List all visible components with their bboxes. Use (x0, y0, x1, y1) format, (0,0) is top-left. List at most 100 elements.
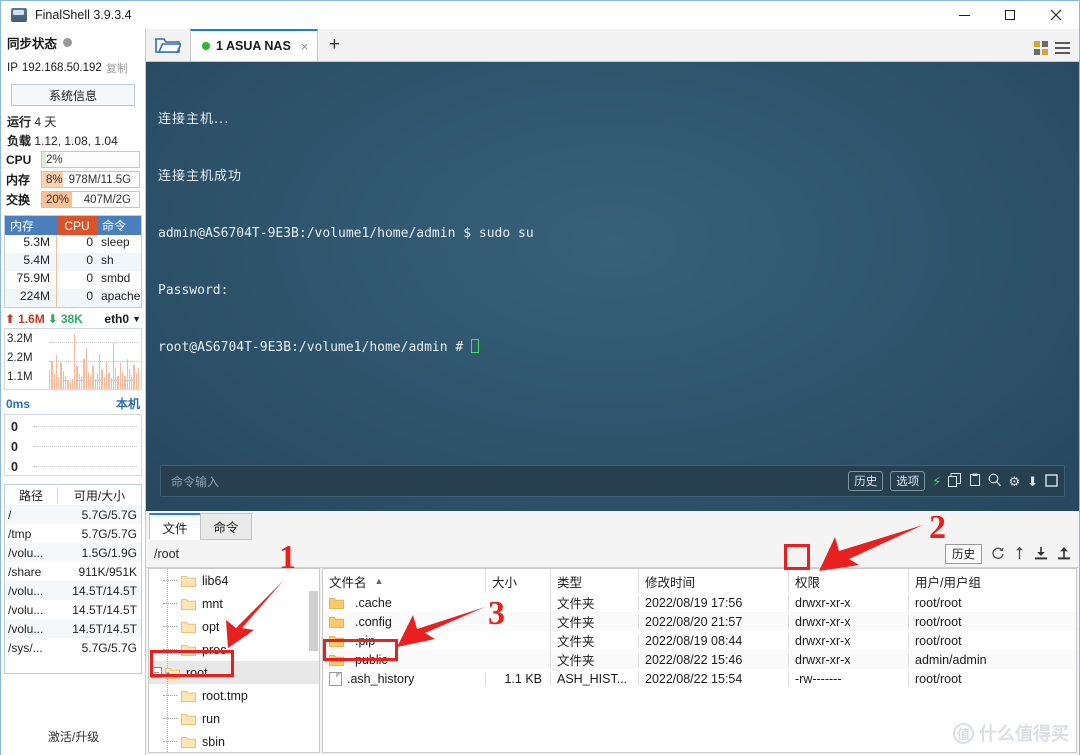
minimize-button[interactable] (941, 1, 987, 29)
process-col-cpu[interactable]: CPU (57, 216, 97, 235)
disk-row[interactable]: /volu... 1.5G/1.9G (5, 543, 141, 562)
terminal-line: 连接主机成功 (158, 169, 243, 184)
disk-path: /volu... (8, 602, 44, 617)
folder-icon (181, 736, 196, 748)
swap-meter-percent: 20% (46, 193, 70, 206)
memory-meter-label: 内存 (6, 173, 31, 187)
refresh-icon[interactable] (991, 546, 1005, 562)
process-row[interactable]: 224M 0 apache2 (5, 289, 141, 307)
disk-path: /volu... (8, 545, 44, 560)
tree-item-sbin[interactable]: sbin (149, 730, 319, 752)
network-interface-label[interactable]: eth0 (104, 312, 129, 326)
copy-icon[interactable] (948, 473, 962, 489)
column-header-type[interactable]: 类型 (550, 569, 638, 593)
file-permissions: drwxr-xr-x (788, 652, 908, 667)
close-button[interactable] (1033, 1, 1079, 29)
process-table: 内存 CPU 命令 5.3M 0 sleep 5.4M 0 sh 75.9M 0… (4, 215, 142, 308)
file-type: 文件夹 (550, 650, 638, 669)
system-info-button[interactable]: 系统信息 (11, 84, 135, 106)
disk-row[interactable]: /volu... 14.5T/14.5T (5, 581, 141, 600)
file-row-ash-history[interactable]: .ash_history 1.1 KB ASH_HIST... 2022/08/… (323, 669, 1076, 688)
process-col-command[interactable]: 命令 (97, 216, 141, 235)
file-modified-time: 2022/08/19 17:56 (638, 595, 788, 610)
column-header-size[interactable]: 大小 (485, 569, 550, 593)
disk-row[interactable]: /sys/... 5.7G/5.7G (5, 638, 141, 657)
command-input-bar[interactable]: 命令输入 历史 选项 ⚡ ⚙ ⬇ (160, 465, 1065, 497)
network-graph-bars (49, 331, 140, 389)
disk-row[interactable]: /share 911K/951K (5, 562, 141, 581)
current-path[interactable]: /root (154, 547, 179, 561)
column-header-owner[interactable]: 用户/用户组 (908, 569, 1076, 593)
tabstrip-actions (1034, 41, 1079, 61)
grid-view-icon[interactable] (1034, 41, 1048, 55)
terminal-history-button[interactable]: 历史 (848, 471, 884, 491)
bolt-icon[interactable]: ⚡ (932, 475, 941, 488)
upload-icon[interactable] (1057, 546, 1071, 562)
maximize-button[interactable] (987, 1, 1033, 29)
process-row[interactable]: 5.4M 0 sh (5, 253, 141, 271)
disk-row[interactable]: /volu... 14.5T/14.5T (5, 619, 141, 638)
download-icon[interactable] (1034, 546, 1048, 562)
gear-icon[interactable]: ⚙ (1008, 475, 1020, 488)
ip-value: 192.168.50.192 (21, 62, 102, 74)
process-memory: 224M (5, 289, 57, 307)
folder-icon (181, 598, 196, 610)
session-tab-1[interactable]: 1 ASUA NAS × (190, 29, 319, 61)
disk-row[interactable]: / 5.7G/5.7G (5, 505, 141, 524)
swap-meter: 20% 407M/2G (41, 191, 140, 208)
network-axis-label: 1.1M (7, 371, 33, 383)
disk-row[interactable]: /tmp 5.7G/5.7G (5, 524, 141, 543)
tree-scrollbar[interactable] (309, 591, 318, 651)
download-icon[interactable]: ⬇ (1027, 475, 1038, 488)
window-icon[interactable] (1045, 473, 1058, 489)
annotation-number-1: 1 (279, 539, 296, 576)
activate-upgrade-link[interactable]: 激活/升级 (1, 728, 146, 745)
process-row[interactable]: 5.3M 0 sleep (5, 235, 141, 253)
tree-item-run[interactable]: run (149, 707, 319, 730)
process-row[interactable]: 75.9M 0 smbd (5, 271, 141, 289)
network-axis-label: 3.2M (7, 333, 33, 345)
disk-row[interactable]: /volu... 14.5T/14.5T (5, 600, 141, 619)
disk-path: /share (8, 564, 42, 579)
file-list-header: 文件名 ▲ 大小 类型 修改时间 权限 用户/用户组 (323, 569, 1076, 593)
new-tab-button[interactable]: + (318, 29, 350, 61)
terminal-panel[interactable]: 连接主机... 连接主机成功 admin@AS6704T-9E3B:/volum… (146, 62, 1079, 511)
file-history-button[interactable]: 历史 (945, 543, 982, 564)
chevron-down-icon[interactable]: ▼ (132, 314, 141, 324)
tree-item-root-tmp[interactable]: root.tmp (149, 684, 319, 707)
column-header-time[interactable]: 修改时间 (638, 569, 788, 593)
terminal-cursor (471, 339, 480, 353)
search-icon[interactable] (988, 473, 1002, 489)
ping-host-label[interactable]: 本机 (116, 395, 140, 412)
memory-meter-percent: 8% (46, 173, 63, 186)
cpu-meter: 2% (41, 151, 140, 168)
ping-value: 0 (11, 460, 18, 474)
swap-meter-detail: 407M/2G (83, 193, 131, 206)
tab-files[interactable]: 文件 (149, 513, 201, 540)
process-col-memory[interactable]: 内存 (5, 216, 57, 235)
terminal-output: 连接主机... 连接主机成功 admin@AS6704T-9E3B:/volum… (146, 62, 1079, 395)
open-folder-icon[interactable] (146, 29, 190, 61)
list-view-icon[interactable] (1055, 42, 1070, 54)
memory-meter-detail: 978M/11.5G (68, 173, 132, 186)
copy-ip-button[interactable]: 复制 (106, 60, 128, 76)
disk-col-path[interactable]: 路径 (5, 487, 57, 504)
cpu-meter-label: CPU (6, 152, 32, 167)
tab-close-icon[interactable]: × (301, 39, 309, 54)
uptime-label: 运行 (7, 115, 32, 129)
cpu-meter-percent: 2% (46, 153, 63, 166)
disk-path: /sys/... (8, 640, 43, 655)
process-cpu: 0 (86, 253, 93, 267)
column-header-name[interactable]: 文件名 ▲ (323, 569, 485, 593)
paste-icon[interactable] (968, 473, 981, 489)
disk-col-avail-size[interactable]: 可用/大小 (57, 486, 141, 504)
file-name: .ash_history (347, 671, 415, 686)
file-type: 文件夹 (550, 593, 638, 612)
tab-strip: 1 ASUA NAS × + (146, 29, 1079, 62)
tab-commands[interactable]: 命令 (200, 513, 252, 540)
file-modified-time: 2022/08/22 15:46 (638, 652, 788, 667)
file-toolbar-actions: 历史 (945, 543, 1071, 564)
parent-dir-icon[interactable] (1014, 546, 1025, 562)
terminal-options-button[interactable]: 选项 (890, 471, 926, 491)
command-input-placeholder[interactable]: 命令输入 (171, 473, 219, 490)
